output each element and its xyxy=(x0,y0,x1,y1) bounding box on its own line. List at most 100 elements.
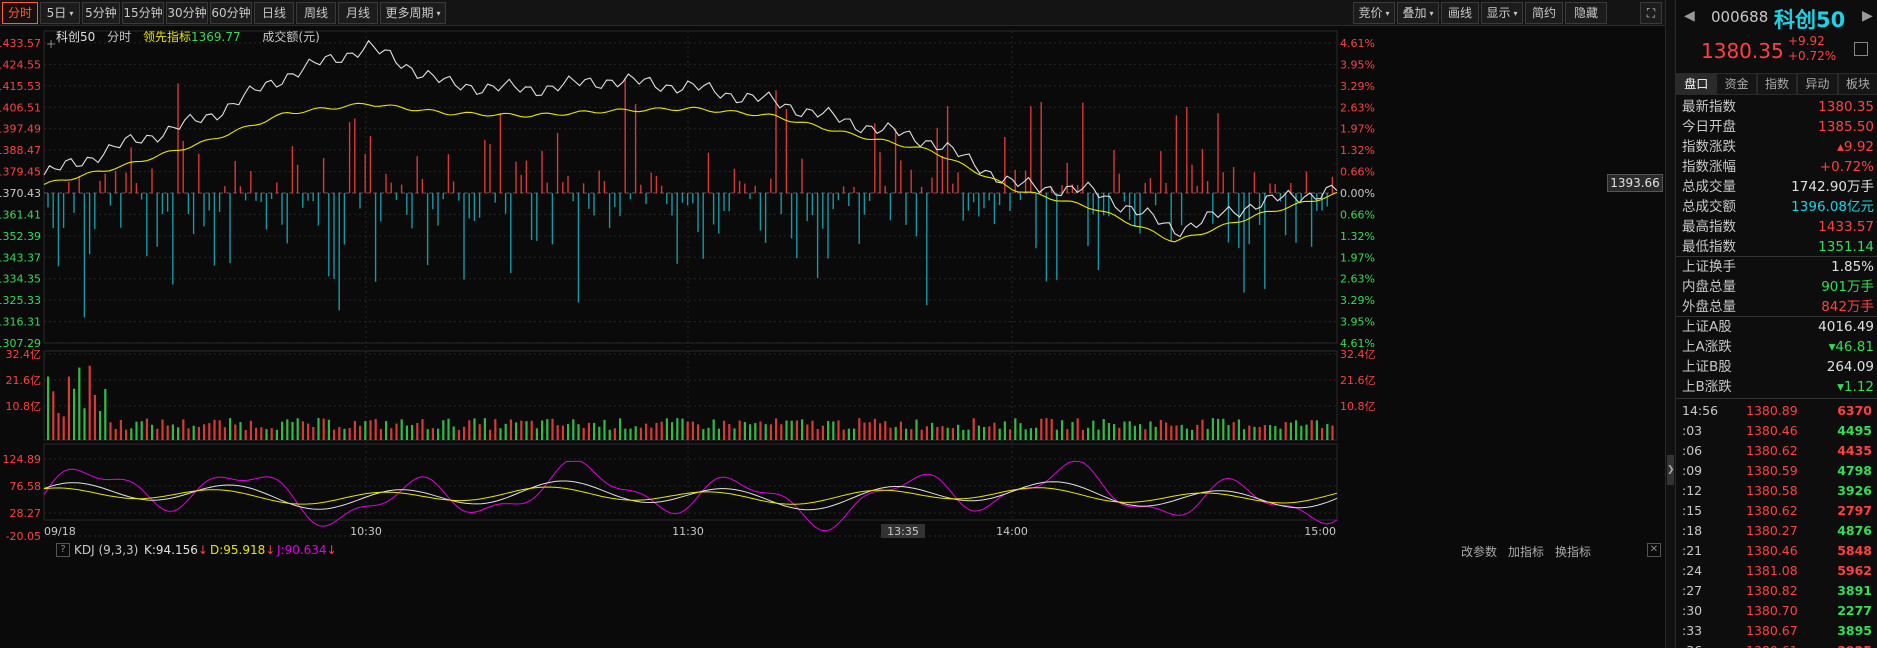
period-button[interactable]: 60分钟 xyxy=(210,2,252,24)
intraday-chart[interactable]: 1433.57 4.61% 1424.55 3.95% 1415.53 3.29% 1406… xyxy=(0,26,1665,648)
volume-axis-label: 32.4亿 xyxy=(1340,348,1376,361)
kdj-add-indicator-button[interactable]: 加指标 xyxy=(1508,543,1544,560)
stat-row: 指数涨跌 ▴9.92 xyxy=(1676,137,1877,157)
price-pane-frame xyxy=(43,30,1338,344)
tick-price: 1380.82 xyxy=(1746,583,1798,598)
tick-row: :18 1380.27 4876 xyxy=(1676,521,1877,541)
volume-bar xyxy=(234,424,237,440)
stat-label: 最低指数 xyxy=(1682,239,1736,255)
stat-row: 外盘总量 842万手 xyxy=(1676,297,1877,317)
stat-number: 842 xyxy=(1821,299,1847,315)
next-stock-icon[interactable]: ▶ xyxy=(1862,8,1873,24)
panel-tab[interactable]: 盘口 xyxy=(1676,73,1717,95)
stat-number: +0.72% xyxy=(1819,159,1874,175)
period-button[interactable]: 5日 ▾ xyxy=(40,2,80,24)
period-button[interactable]: 5分钟 xyxy=(82,2,120,24)
tool-button[interactable]: 竞价 ▾ xyxy=(1353,2,1395,24)
period-button[interactable]: 15分钟 xyxy=(122,2,164,24)
stat-value: ▾1.12 xyxy=(1837,377,1874,397)
kdj-close-icon[interactable]: ✕ xyxy=(1647,543,1661,557)
volume-bar xyxy=(1279,428,1282,440)
price-axis-label: 1370.43 xyxy=(0,187,41,200)
tick-time: :15 xyxy=(1682,503,1703,518)
volume-bar xyxy=(166,425,169,440)
stat-value: +0.72% xyxy=(1820,157,1874,177)
prev-stock-icon[interactable]: ◀ xyxy=(1684,8,1695,24)
period-button[interactable]: 更多周期 ▾ xyxy=(380,2,446,24)
price-axis-label: 1361.41 xyxy=(0,208,41,221)
period-button[interactable]: 分时 xyxy=(2,2,38,24)
stat-value: 1433.57 xyxy=(1818,217,1874,237)
tool-button[interactable]: 叠加 ▾ xyxy=(1397,2,1439,24)
volume-bar xyxy=(920,429,923,440)
stat-value: 1742.90万手 xyxy=(1791,177,1874,197)
volume-bar xyxy=(686,421,689,440)
volume-axis-label: 32.4亿 xyxy=(6,348,42,361)
volume-bar xyxy=(515,422,518,440)
panel-tab[interactable]: 资金 xyxy=(1716,73,1757,95)
volume-bar xyxy=(1081,429,1084,440)
volume-bar xyxy=(130,428,133,440)
volume-bar xyxy=(1139,424,1142,440)
stat-label: 最新指数 xyxy=(1682,99,1736,115)
volume-bar xyxy=(478,424,481,440)
period-label: 日线 xyxy=(261,6,286,20)
stock-name: 科创50 xyxy=(1774,8,1846,32)
volume-bar xyxy=(634,426,637,440)
volume-bar xyxy=(369,420,372,440)
fullscreen-icon[interactable]: ⛶ xyxy=(1640,2,1662,24)
tool-button[interactable]: 显示 ▾ xyxy=(1481,2,1523,24)
pct-axis-label: 1.97% xyxy=(1340,251,1375,264)
panel-tab[interactable]: 指数 xyxy=(1756,73,1798,95)
volume-bar xyxy=(83,408,86,440)
tick-price: 1380.70 xyxy=(1746,603,1798,618)
kdj-switch-indicator-button[interactable]: 换指标 xyxy=(1555,543,1591,560)
volume-bar xyxy=(582,427,585,440)
time-axis-label: 11:30 xyxy=(672,525,704,538)
period-button[interactable]: 日线 xyxy=(254,2,294,24)
volume-bar xyxy=(993,422,996,440)
tick-list[interactable]: 14:56 1380.89 6370:03 1380.46 4495:06 1380.62… xyxy=(1676,401,1877,648)
tick-row: :06 1380.62 4435 xyxy=(1676,441,1877,461)
stat-number: 1380.35 xyxy=(1818,99,1874,115)
volume-pane-frame xyxy=(43,350,1338,441)
kdj-edit-params-button[interactable]: 改参数 xyxy=(1461,543,1497,560)
volume-bar xyxy=(858,418,861,440)
kdj-d-arrow-icon: ↓ xyxy=(265,543,276,557)
volume-bar xyxy=(229,418,232,440)
volume-bar xyxy=(301,421,304,440)
period-button[interactable]: 月线 xyxy=(338,2,378,24)
tool-button[interactable]: 简约 xyxy=(1525,2,1563,24)
volume-bar xyxy=(1227,424,1230,440)
kdj-d-text: D:95.918 xyxy=(210,543,266,557)
tool-label: 简约 xyxy=(1531,6,1556,20)
time-axis-label: 13:35 xyxy=(887,525,919,538)
volume-bar xyxy=(1144,429,1147,440)
period-button[interactable]: 周线 xyxy=(296,2,336,24)
tool-button[interactable]: 画线 xyxy=(1441,2,1479,24)
price-axis-label: 1415.53 xyxy=(0,80,41,93)
volume-bar xyxy=(286,419,289,440)
volume-bar xyxy=(343,428,346,440)
volume-bar xyxy=(1087,427,1090,440)
volume-bar xyxy=(1300,425,1303,440)
volume-bar xyxy=(1149,421,1152,440)
add-watchlist-icon[interactable] xyxy=(1854,42,1868,56)
panel-collapse-handle[interactable]: ❯ xyxy=(1665,0,1675,648)
tick-time: :27 xyxy=(1682,583,1703,598)
volume-bar xyxy=(125,429,128,440)
volume-bar xyxy=(437,428,440,440)
volume-bar xyxy=(1191,429,1194,440)
panel-tab[interactable]: 异动 xyxy=(1797,73,1838,95)
kdj-help-icon[interactable]: ? xyxy=(56,543,70,557)
volume-bar xyxy=(863,422,866,440)
volume-bar xyxy=(910,429,913,440)
tool-button[interactable]: 隐藏 xyxy=(1565,2,1607,24)
tick-volume: 6370 xyxy=(1837,403,1872,418)
panel-tab[interactable]: 板块 xyxy=(1837,73,1877,95)
volume-bar xyxy=(1045,418,1048,440)
chevron-right-icon[interactable]: ❯ xyxy=(1667,455,1675,485)
volume-bar xyxy=(255,427,258,440)
volume-bar xyxy=(145,418,148,440)
period-button[interactable]: 30分钟 xyxy=(166,2,208,24)
